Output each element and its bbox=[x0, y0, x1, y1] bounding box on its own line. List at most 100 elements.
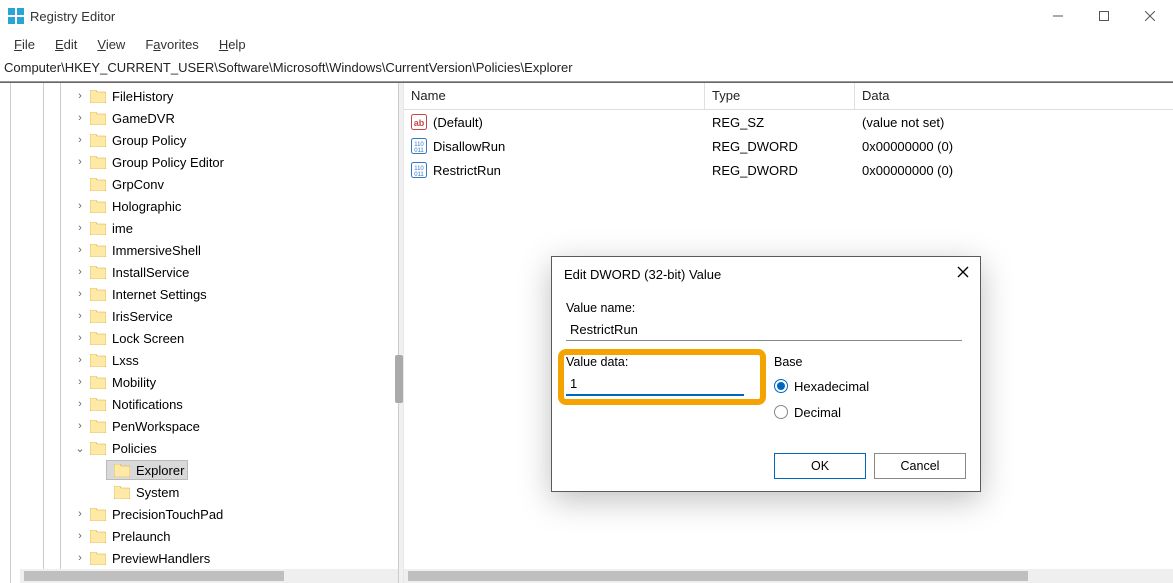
radio-hex-label: Hexadecimal bbox=[794, 379, 869, 394]
value-name: (Default) bbox=[433, 115, 483, 130]
splitter-thumb[interactable] bbox=[395, 355, 403, 403]
close-button[interactable] bbox=[1127, 0, 1173, 32]
value-data-label: Value data: bbox=[566, 355, 744, 369]
cell-data: 0x00000000 (0) bbox=[855, 139, 1173, 154]
tree-item[interactable]: ⌄Policies bbox=[0, 437, 398, 459]
chevron-right-icon[interactable]: › bbox=[74, 90, 86, 102]
chevron-right-icon[interactable]: › bbox=[74, 530, 86, 542]
tree-item[interactable]: ›IrisService bbox=[0, 305, 398, 327]
scrollbar-thumb[interactable] bbox=[24, 571, 284, 581]
tree-item[interactable]: › Group Policy bbox=[0, 129, 398, 151]
menu-help[interactable]: Help bbox=[211, 35, 254, 54]
tree-item[interactable]: ›ime bbox=[0, 217, 398, 239]
address-bar[interactable]: Computer\HKEY_CURRENT_USER\Software\Micr… bbox=[0, 56, 1173, 82]
svg-text:011: 011 bbox=[414, 172, 424, 178]
chevron-right-icon[interactable]: › bbox=[74, 156, 86, 168]
tree-item[interactable]: ›PreviewHandlers bbox=[0, 547, 398, 569]
menu-file[interactable]: File bbox=[6, 35, 43, 54]
tree-item[interactable]: › PenWorkspace bbox=[0, 415, 398, 437]
menu-edit[interactable]: Edit bbox=[47, 35, 85, 54]
list-horizontal-scrollbar[interactable] bbox=[404, 569, 1173, 583]
tree-item-label: Holographic bbox=[112, 199, 181, 214]
tree-item[interactable]: › Mobility bbox=[0, 371, 398, 393]
chevron-right-icon[interactable]: › bbox=[74, 222, 86, 234]
maximize-button[interactable] bbox=[1081, 0, 1127, 32]
column-header-name[interactable]: Name bbox=[404, 83, 705, 109]
dialog-close-button[interactable] bbox=[954, 263, 972, 281]
tree-item-label: Lxss bbox=[112, 353, 139, 368]
tree-horizontal-scrollbar[interactable] bbox=[20, 569, 398, 583]
tree-item-label: GameDVR bbox=[112, 111, 175, 126]
value-name: RestrictRun bbox=[433, 163, 501, 178]
radio-dec-label: Decimal bbox=[794, 405, 841, 420]
chevron-right-icon[interactable]: › bbox=[74, 288, 86, 300]
chevron-right-icon[interactable]: › bbox=[74, 200, 86, 212]
tree-item-label: Explorer bbox=[136, 463, 184, 478]
chevron-right-icon[interactable]: › bbox=[74, 332, 86, 344]
chevron-right-icon[interactable]: › bbox=[74, 310, 86, 322]
tree-item[interactable]: ›InstallService bbox=[0, 261, 398, 283]
tree-item-label: Group Policy Editor bbox=[112, 155, 224, 170]
list-row[interactable]: ab(Default)REG_SZ(value not set) bbox=[404, 110, 1173, 134]
chevron-right-icon[interactable]: › bbox=[74, 420, 86, 432]
value-data-input[interactable] bbox=[566, 373, 744, 396]
tree-item-label: PenWorkspace bbox=[112, 419, 200, 434]
chevron-right-icon[interactable]: › bbox=[74, 244, 86, 256]
radio-hexadecimal[interactable]: Hexadecimal bbox=[774, 375, 869, 397]
tree-item[interactable]: › ImmersiveShell bbox=[0, 239, 398, 261]
column-header-type[interactable]: Type bbox=[705, 83, 855, 109]
chevron-right-icon[interactable]: › bbox=[74, 134, 86, 146]
menu-view[interactable]: View bbox=[89, 35, 133, 54]
radio-decimal[interactable]: Decimal bbox=[774, 401, 869, 423]
radio-icon bbox=[774, 405, 788, 419]
tree-item[interactable]: › Holographic bbox=[0, 195, 398, 217]
chevron-right-icon[interactable]: › bbox=[74, 376, 86, 388]
chevron-down-icon[interactable]: ⌄ bbox=[74, 442, 86, 455]
tree-item-label: Group Policy bbox=[112, 133, 186, 148]
tree-item[interactable]: System bbox=[0, 481, 398, 503]
tree-item-label: ImmersiveShell bbox=[112, 243, 201, 258]
value-name-input[interactable] bbox=[566, 319, 962, 341]
titlebar: Registry Editor bbox=[0, 0, 1173, 32]
minimize-button[interactable] bbox=[1035, 0, 1081, 32]
chevron-right-icon[interactable]: › bbox=[74, 112, 86, 124]
tree-item[interactable]: ›FileHistory bbox=[0, 85, 398, 107]
ok-button[interactable]: OK bbox=[774, 453, 866, 479]
cell-name: 110011RestrictRun bbox=[404, 162, 705, 178]
tree-item[interactable]: › Internet Settings bbox=[0, 283, 398, 305]
tree-item-label: Mobility bbox=[112, 375, 156, 390]
tree-item[interactable]: Explorer bbox=[0, 459, 398, 481]
svg-text:ab: ab bbox=[414, 118, 425, 128]
chevron-right-icon[interactable]: › bbox=[74, 354, 86, 366]
cancel-button[interactable]: Cancel bbox=[874, 453, 966, 479]
tree-item[interactable]: ›Notifications bbox=[0, 393, 398, 415]
chevron-right-icon[interactable]: › bbox=[74, 398, 86, 410]
chevron-right-icon[interactable]: › bbox=[74, 508, 86, 520]
tree-item-label: Internet Settings bbox=[112, 287, 207, 302]
cell-data: 0x00000000 (0) bbox=[855, 163, 1173, 178]
chevron-right-icon[interactable]: › bbox=[74, 266, 86, 278]
tree-item[interactable]: › Group Policy Editor bbox=[0, 151, 398, 173]
dialog-title: Edit DWORD (32-bit) Value bbox=[552, 257, 980, 291]
scrollbar-thumb[interactable] bbox=[408, 571, 1028, 581]
menubar: File Edit View Favorites Help bbox=[0, 32, 1173, 56]
tree-item[interactable]: › Lxss bbox=[0, 349, 398, 371]
tree-item[interactable]: ›PrecisionTouchPad bbox=[0, 503, 398, 525]
tree-panel: ›FileHistory›GameDVR›Group Policy›Group … bbox=[0, 83, 398, 583]
svg-text:011: 011 bbox=[414, 148, 424, 154]
list-header: Name Type Data bbox=[404, 83, 1173, 110]
menu-favorites[interactable]: Favorites bbox=[137, 35, 206, 54]
tree-item-label: Prelaunch bbox=[112, 529, 171, 544]
list-row[interactable]: 110011DisallowRunREG_DWORD0x00000000 (0) bbox=[404, 134, 1173, 158]
tree-item-label: System bbox=[136, 485, 179, 500]
column-header-data[interactable]: Data bbox=[855, 83, 1173, 109]
tree-item[interactable]: › Prelaunch bbox=[0, 525, 398, 547]
cell-data: (value not set) bbox=[855, 115, 1173, 130]
chevron-right-icon[interactable]: › bbox=[74, 552, 86, 564]
tree-item[interactable]: ›Lock Screen bbox=[0, 327, 398, 349]
tree-item[interactable]: › GameDVR bbox=[0, 107, 398, 129]
value-name: DisallowRun bbox=[433, 139, 505, 154]
list-row[interactable]: 110011RestrictRunREG_DWORD0x00000000 (0) bbox=[404, 158, 1173, 182]
tree-item[interactable]: GrpConv bbox=[0, 173, 398, 195]
regedit-app-icon bbox=[8, 8, 24, 24]
